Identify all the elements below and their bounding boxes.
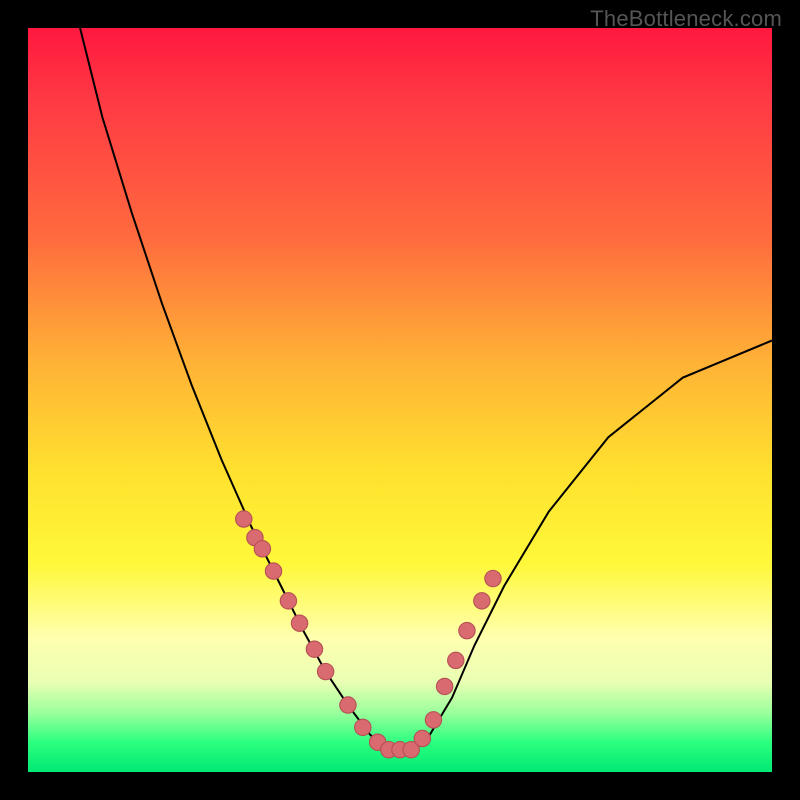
highlight-dot [317,663,333,679]
curve-svg [28,28,772,772]
plot-area [28,28,772,772]
highlight-dot [306,641,322,657]
curve-group [80,28,772,750]
highlight-dot [236,511,252,527]
highlight-dot [459,622,475,638]
bottleneck-curve [80,28,772,750]
highlight-dot [474,593,490,609]
highlight-dot [414,730,430,746]
highlight-dot [448,652,464,668]
highlight-dot [425,712,441,728]
highlight-dot [340,697,356,713]
highlight-dot [436,678,452,694]
chart-container: TheBottleneck.com [0,0,800,800]
highlight-dot [254,541,270,557]
highlight-dot [265,563,281,579]
highlight-dot [291,615,307,631]
highlight-dot [485,570,501,586]
dots-group [236,511,502,758]
highlight-dot [355,719,371,735]
highlight-dot [280,593,296,609]
